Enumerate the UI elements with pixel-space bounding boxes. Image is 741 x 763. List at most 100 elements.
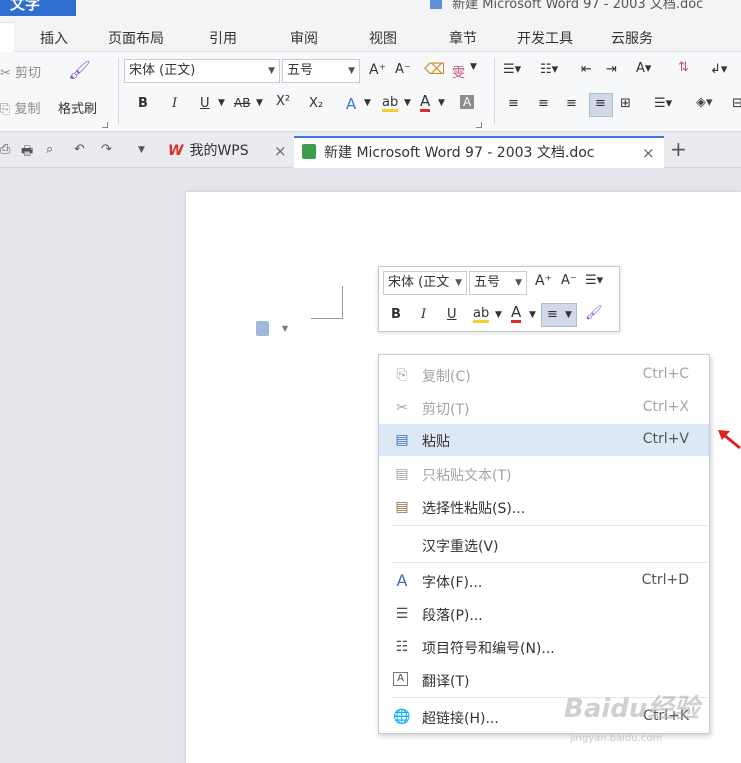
align-right-icon[interactable]: ≡ — [566, 96, 577, 111]
close-icon[interactable]: × — [642, 138, 655, 168]
tab-document[interactable]: 新建 Microsoft Word 97 - 2003 文档.doc × — [294, 136, 664, 168]
menu-item-font[interactable]: A 字体(F)... Ctrl+D — [379, 565, 709, 597]
menu-tab-start[interactable] — [0, 22, 14, 52]
pinyin-guide-button[interactable]: 雯 — [452, 62, 465, 81]
border-icon[interactable]: ⊟ — [732, 96, 741, 111]
grow-font-button[interactable]: A⁺ — [369, 62, 386, 78]
subscript-button[interactable]: X₂ — [309, 96, 323, 111]
mini-line-spacing-icon[interactable]: ☰▾ — [585, 273, 603, 288]
chevron-down-icon[interactable]: ▼ — [495, 310, 502, 320]
menu-review[interactable]: 审阅 — [290, 28, 318, 48]
clipboard-launcher-icon[interactable] — [102, 122, 108, 128]
text-effect-button[interactable]: A — [346, 95, 356, 113]
menu-view[interactable]: 视图 — [369, 28, 397, 48]
menu-insert[interactable]: 插入 — [40, 28, 68, 48]
menu-cloud-service[interactable]: 云服务 — [611, 28, 653, 48]
copy-button[interactable]: ⎘ 复制 — [0, 98, 41, 117]
quick-access-dropdown-icon[interactable]: ▼ — [138, 145, 145, 155]
print-icon[interactable]: 🖶 — [21, 142, 33, 164]
mini-highlight-button[interactable]: ab — [473, 307, 490, 323]
chevron-down-icon[interactable]: ▼ — [438, 98, 445, 108]
redo-icon[interactable]: ↷ — [101, 142, 112, 157]
cut-button[interactable]: ✂ 剪切 — [0, 62, 41, 81]
menu-references[interactable]: 引用 — [209, 28, 237, 48]
show-marks-icon[interactable]: ↲▾ — [710, 62, 727, 77]
decrease-indent-icon[interactable]: ⇤ — [581, 62, 592, 77]
save-icon[interactable]: ⎙ — [0, 142, 10, 157]
menu-page-layout[interactable]: 页面布局 — [108, 28, 164, 48]
underline-button[interactable]: U — [200, 96, 210, 111]
align-center-icon[interactable]: ≡ — [538, 96, 549, 111]
menu-item-paste[interactable]: ▤ 粘贴 Ctrl+V — [379, 424, 709, 456]
mini-font-color-button[interactable]: A — [511, 305, 522, 323]
cut-label: 剪切 — [15, 66, 42, 81]
menu-item-paragraph[interactable]: ☰ 段落(P)... — [379, 598, 709, 630]
bullet-list-icon[interactable]: ☰▾ — [503, 62, 521, 77]
align-justify-icon: ≡ — [547, 307, 558, 322]
chevron-down-icon[interactable]: ▼ — [470, 62, 477, 72]
font-launcher-icon[interactable] — [476, 122, 482, 128]
mini-bold-button[interactable]: B — [391, 307, 401, 322]
translate-icon: A — [393, 672, 408, 686]
sort-icon[interactable]: ⇅ — [678, 60, 689, 75]
numbered-list-icon[interactable]: ☷▾ — [540, 62, 558, 77]
increase-indent-icon[interactable]: ⇥ — [606, 62, 617, 77]
chevron-down-icon[interactable]: ▼ — [364, 98, 371, 108]
mini-underline-button[interactable]: U — [447, 307, 457, 322]
mini-format-painter-icon[interactable]: 🖌 — [585, 305, 603, 321]
paste-options-icon[interactable] — [256, 321, 269, 336]
bold-button[interactable]: B — [138, 96, 148, 111]
char-shading-button[interactable]: A — [460, 95, 475, 109]
close-icon[interactable]: × — [274, 136, 287, 166]
format-painter-button[interactable]: 格式刷 — [58, 98, 97, 117]
menu-item-copy[interactable]: ⎘ 复制(C) Ctrl+C — [379, 359, 709, 391]
chevron-down-icon: ▼ — [348, 66, 355, 76]
line-spacing-icon[interactable]: ☰▾ — [654, 96, 672, 111]
strikethrough-button[interactable]: AB — [234, 96, 250, 110]
chevron-down-icon[interactable]: ▼ — [404, 98, 411, 108]
new-tab-button[interactable]: + — [670, 137, 687, 161]
mini-toolbar: 宋体 (正文 ▼ 五号 ▼ A⁺ A⁻ ☰▾ B I U ab ▼ A ▼ ≡ … — [378, 266, 620, 332]
print-preview-icon[interactable]: ⌕ — [46, 142, 53, 157]
align-left-icon[interactable]: ≡ — [508, 96, 519, 111]
font-name-select[interactable]: 宋体 (正文) ▼ — [124, 59, 280, 83]
undo-icon[interactable]: ↶ — [74, 142, 85, 157]
menu-item-paste-text-only[interactable]: ▤ 只粘贴文本(T) — [379, 458, 709, 490]
chevron-down-icon[interactable]: ▼ — [529, 310, 536, 320]
menu-developer[interactable]: 开发工具 — [517, 28, 573, 48]
shading-fill-icon[interactable]: ◈▾ — [696, 95, 713, 110]
wps-logo-icon: W — [168, 143, 184, 159]
mini-font-name-select[interactable]: 宋体 (正文 ▼ — [383, 271, 467, 295]
char-spacing-button[interactable]: A▾ — [636, 61, 651, 76]
distributed-align-icon[interactable]: ⊞ — [620, 96, 631, 111]
mini-font-size-value: 五号 — [474, 275, 501, 290]
clear-format-icon[interactable]: ⌫ — [424, 60, 445, 78]
italic-button[interactable]: I — [172, 96, 177, 111]
char-spacing-label: A — [636, 61, 645, 76]
shrink-font-button[interactable]: A⁻ — [395, 62, 411, 77]
menu-item-label: 复制(C) — [422, 369, 471, 385]
mini-italic-button[interactable]: I — [421, 307, 426, 322]
mini-font-size-select[interactable]: 五号 ▼ — [469, 271, 527, 295]
mini-shrink-font-button[interactable]: A⁻ — [561, 273, 577, 288]
chevron-down-icon[interactable]: ▼ — [282, 324, 288, 333]
menu-item-hanzi-reselect[interactable]: 汉字重选(V) — [379, 529, 709, 561]
tab-my-wps[interactable]: W 我的WPS × — [160, 136, 294, 168]
menu-item-label: 项目符号和编号(N)... — [422, 641, 555, 657]
font-color-button[interactable]: A — [420, 94, 431, 112]
app-menu-button[interactable]: 文字 — [0, 0, 76, 16]
mini-grow-font-button[interactable]: A⁺ — [535, 273, 552, 289]
chevron-down-icon[interactable]: ▼ — [218, 98, 225, 108]
chevron-down-icon[interactable]: ▼ — [256, 98, 263, 108]
menu-item-label: 只粘贴文本(T) — [422, 468, 512, 484]
format-painter-icon[interactable]: 🖌 — [68, 60, 91, 81]
highlight-button[interactable]: ab — [382, 96, 399, 112]
menu-item-cut[interactable]: ✂ 剪切(T) Ctrl+X — [379, 392, 709, 424]
menu-item-paste-special[interactable]: ▤ 选择性粘贴(S)... — [379, 491, 709, 523]
menu-item-bullets-numbering[interactable]: ☷ 项目符号和编号(N)... — [379, 631, 709, 663]
baidu-watermark-url: jingyan.baidu.com — [570, 733, 663, 744]
font-size-select[interactable]: 五号 ▼ — [282, 59, 360, 83]
superscript-button[interactable]: X² — [276, 94, 290, 109]
chevron-down-icon: ▼ — [455, 278, 462, 288]
menu-chapter[interactable]: 章节 — [449, 28, 477, 48]
